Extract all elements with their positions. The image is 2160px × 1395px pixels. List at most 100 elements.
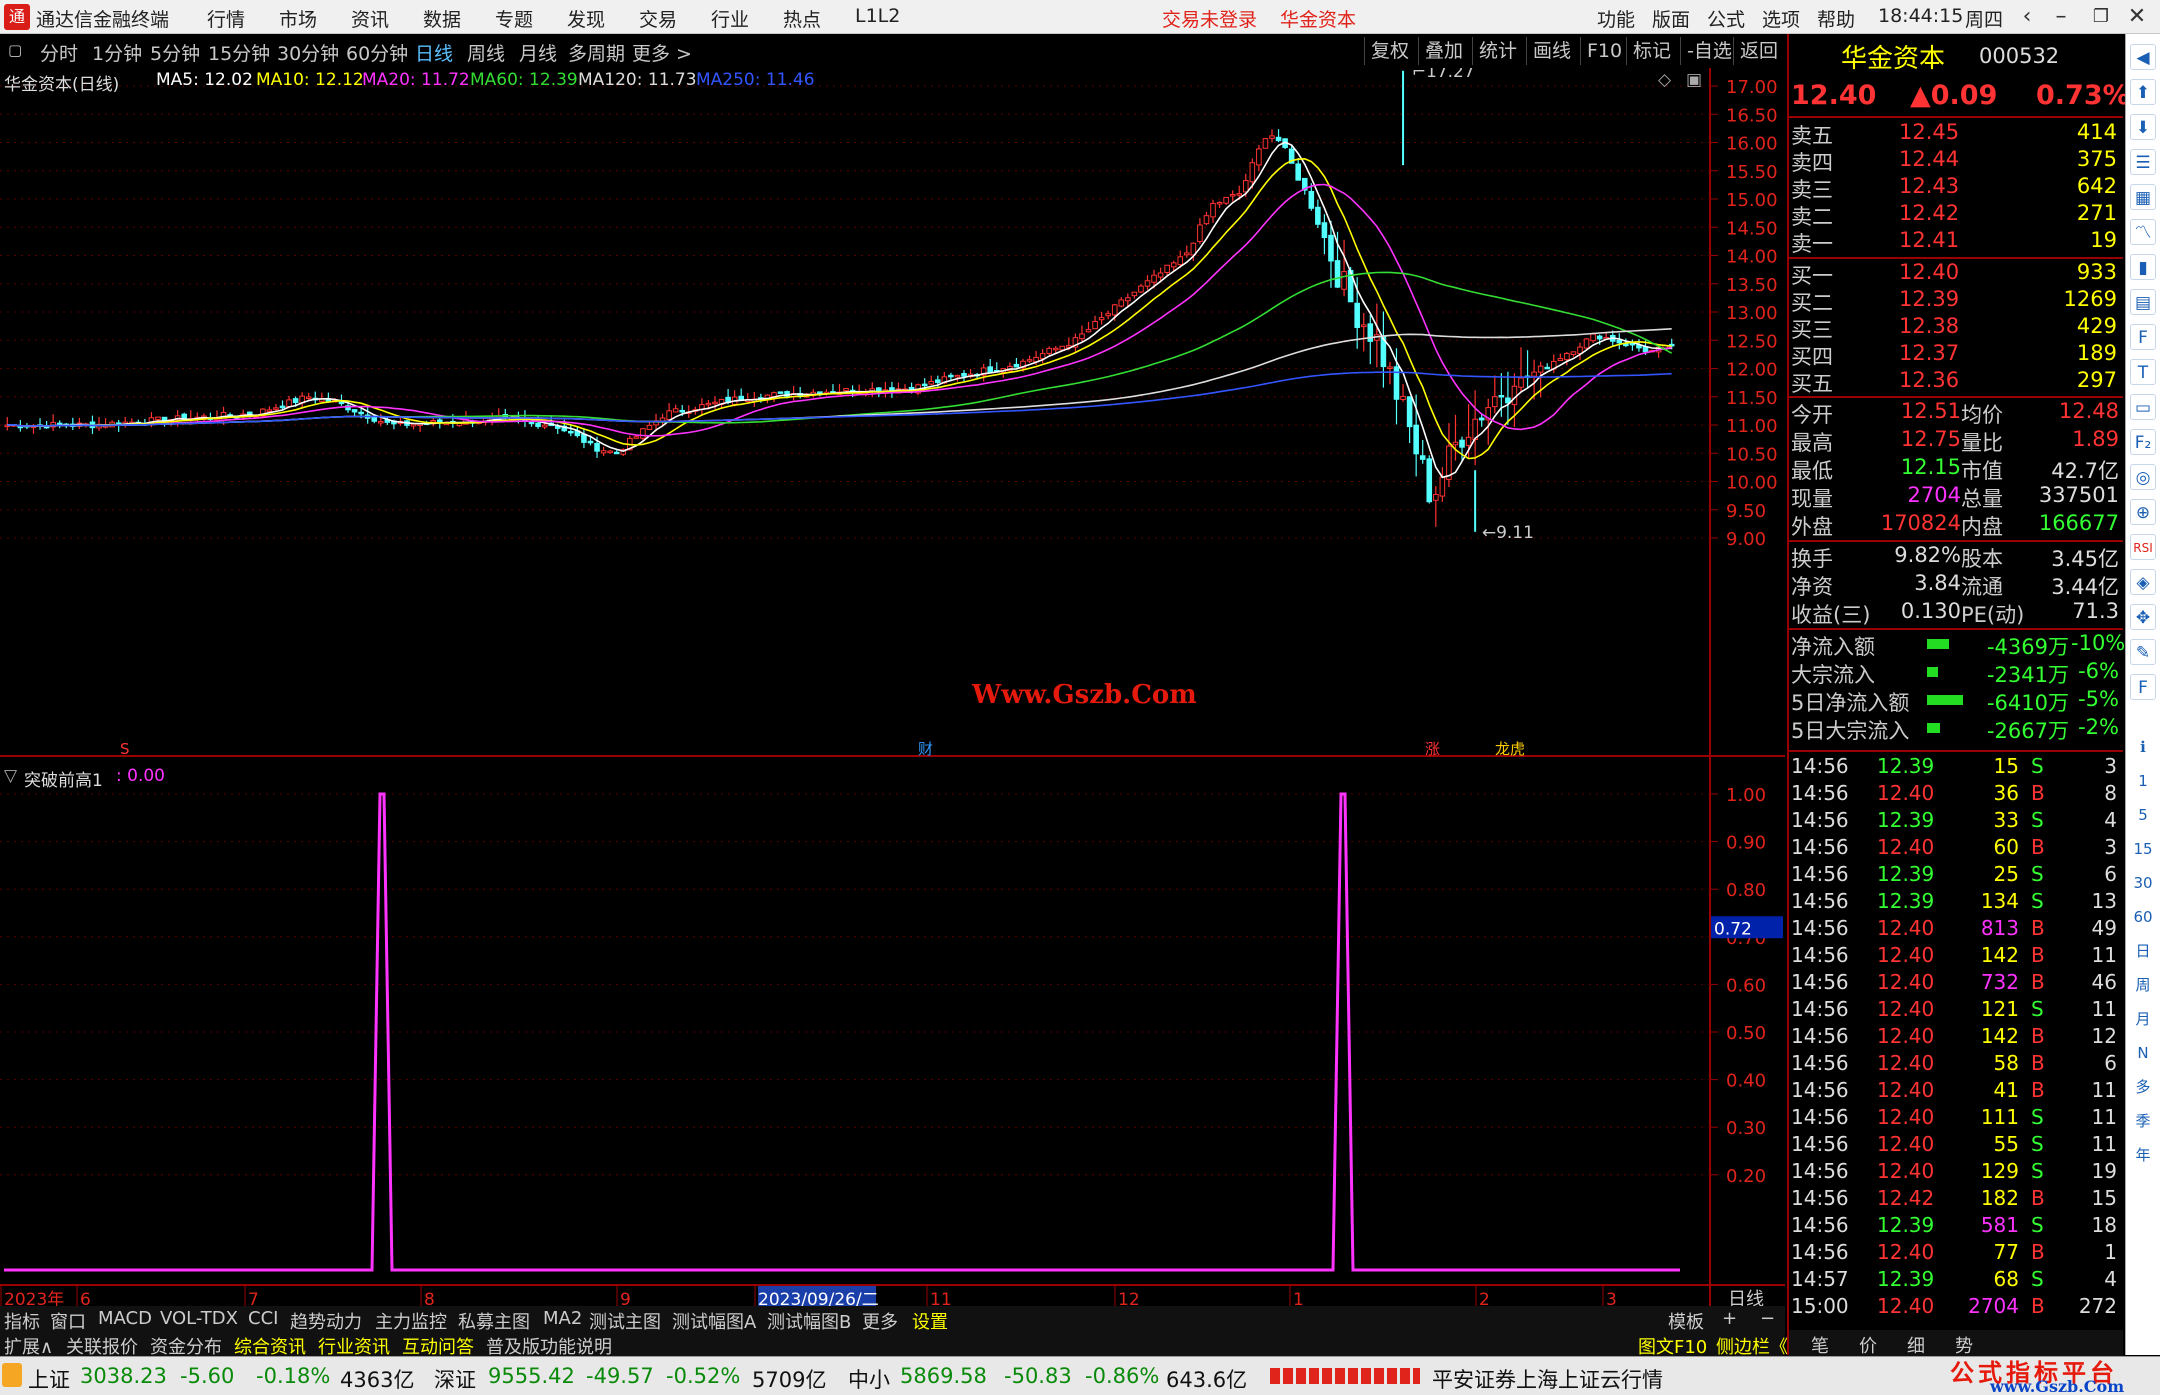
index-sh-name[interactable]: 上证	[28, 1364, 70, 1394]
side-period-4[interactable]: 30	[2130, 870, 2156, 896]
tongji-button[interactable]: 统计	[1472, 37, 1523, 65]
huaxian-button[interactable]: 画线	[1526, 37, 1577, 65]
tab-ceshifutu-b[interactable]: 测试幅图B	[767, 1308, 851, 1334]
fuquan-button[interactable]: 复权	[1364, 37, 1415, 65]
menu-xuanxiang[interactable]: 选项	[1762, 5, 1800, 32]
menu-hangye[interactable]: 行业	[711, 5, 749, 32]
period-fenshi[interactable]: 分时	[40, 39, 78, 66]
tab-macd[interactable]: MACD	[98, 1308, 152, 1329]
bid-row-2[interactable]: 买二 12.39 1269	[1791, 287, 2121, 315]
event-marker-3[interactable]: 龙虎	[1495, 740, 1525, 758]
fanhui-button[interactable]: 返回	[1733, 37, 1784, 65]
period-daily[interactable]: 日线	[415, 39, 453, 66]
pen-icon[interactable]: ✎	[2130, 639, 2156, 665]
text-icon[interactable]: T	[2130, 359, 2156, 385]
tab-chuangkou[interactable]: 窗口	[50, 1308, 86, 1334]
bid-row-4[interactable]: 买四 12.37 189	[1791, 341, 2121, 369]
add-window-button[interactable]: +	[1722, 1308, 1737, 1329]
rsi-label-icon[interactable]: RSI	[2130, 534, 2156, 560]
index-zx-name[interactable]: 中小	[848, 1364, 890, 1394]
menu-gongshi[interactable]: 公式	[1707, 5, 1745, 32]
side-period-9[interactable]: N	[2130, 1040, 2156, 1066]
period-30min[interactable]: 30分钟	[277, 39, 339, 66]
login-status[interactable]: 交易未登录	[1162, 5, 1257, 32]
side-period-0[interactable]: ℹ	[2130, 734, 2156, 760]
menu-shichang[interactable]: 市场	[279, 5, 317, 32]
right-tab-1[interactable]: 价	[1859, 1332, 1877, 1358]
menu-gongneng[interactable]: 功能	[1597, 5, 1635, 32]
right-tab-2[interactable]: 细	[1907, 1332, 1925, 1358]
event-marker-1[interactable]: 财	[918, 740, 933, 758]
period-1min[interactable]: 1分钟	[92, 39, 142, 66]
crosshair-icon[interactable]: ✥	[2130, 604, 2156, 630]
menu-zhuanti[interactable]: 专题	[495, 5, 533, 32]
f10-icon[interactable]: F	[2130, 324, 2156, 350]
index-sz-name[interactable]: 深证	[434, 1364, 476, 1394]
diejia-button[interactable]: 叠加	[1418, 37, 1469, 65]
side-period-8[interactable]: 月	[2130, 1006, 2156, 1032]
doc-icon[interactable]: ▭	[2130, 394, 2156, 420]
chart2-icon[interactable]: ◈	[2130, 569, 2156, 595]
side-period-2[interactable]: 5	[2130, 802, 2156, 828]
period-weekly[interactable]: 周线	[467, 39, 505, 66]
period-multi[interactable]: 多周期	[568, 39, 625, 66]
menu-l1l2[interactable]: L1L2	[855, 5, 900, 27]
tab-cci[interactable]: CCI	[248, 1308, 278, 1329]
indicator-toggle-icon[interactable]: ▽	[4, 766, 17, 786]
arrow-up-icon[interactable]: ⬆	[2130, 79, 2156, 105]
arrow-down-icon[interactable]: ⬇	[2130, 114, 2156, 140]
ask-row-3[interactable]: 卖三 12.43 642	[1791, 174, 2121, 202]
collapse-icon[interactable]: ▢	[8, 41, 22, 59]
ask-row-4[interactable]: 卖四 12.44 375	[1791, 147, 2121, 175]
line-chart-icon[interactable]: 〽	[2130, 219, 2156, 245]
tab-vol-tdx[interactable]: VOL-TDX	[160, 1308, 238, 1329]
menu-faxian[interactable]: 发现	[567, 5, 605, 32]
arrow-left-icon[interactable]: ◀	[2130, 44, 2156, 70]
grid-icon[interactable]: ▦	[2130, 184, 2156, 210]
candle-icon[interactable]: ▮	[2130, 254, 2156, 280]
ask-row-5[interactable]: 卖五 12.45 414	[1791, 120, 2121, 148]
menu-bangzhu[interactable]: 帮助	[1817, 5, 1855, 32]
tab-gengduo[interactable]: 更多	[862, 1308, 898, 1334]
menu-banmian[interactable]: 版面	[1652, 5, 1690, 32]
f10-button[interactable]: F10	[1580, 37, 1628, 65]
tab-qushi[interactable]: 趋势动力	[290, 1308, 362, 1334]
template-button[interactable]: 模板	[1668, 1308, 1704, 1334]
list-icon[interactable]: ☰	[2130, 149, 2156, 175]
side-period-5[interactable]: 60	[2130, 904, 2156, 930]
menu-hangqing[interactable]: 行情	[207, 5, 245, 32]
kline-chart[interactable]: 17.00 16.50 16.00 15.50 15.00 14.50 14.00 13.50…	[0, 68, 1785, 1315]
tab-zhuli[interactable]: 主力监控	[375, 1308, 447, 1334]
minimize-icon[interactable]: –	[2044, 2, 2078, 32]
tab-ma2[interactable]: MA2	[543, 1308, 582, 1329]
globe-icon[interactable]: ⊕	[2130, 499, 2156, 525]
menu-jiaoyi[interactable]: 交易	[639, 5, 677, 32]
tab-zhibiao[interactable]: 指标	[4, 1308, 40, 1334]
f2-icon[interactable]: F₂	[2130, 429, 2156, 455]
bid-row-5[interactable]: 买五 12.36 297	[1791, 368, 2121, 396]
alert-icon[interactable]	[2, 1363, 22, 1387]
menu-redian[interactable]: 热点	[783, 5, 821, 32]
tab-shezhi[interactable]: 设置	[912, 1308, 948, 1334]
right-tab-0[interactable]: 笔	[1811, 1332, 1829, 1358]
chart-area[interactable]: 17.00 16.50 16.00 15.50 15.00 14.50 14.00 13.50…	[0, 68, 1785, 1315]
close-icon[interactable]: ✕	[2120, 2, 2154, 32]
ask-row-2[interactable]: 卖二 12.42 271	[1791, 201, 2121, 229]
menu-zixun[interactable]: 资讯	[351, 5, 389, 32]
side-period-10[interactable]: 多	[2130, 1074, 2156, 1100]
biaoji-button[interactable]: 标记	[1626, 37, 1677, 65]
menu-shuju[interactable]: 数据	[423, 5, 461, 32]
restore-icon[interactable]: ❐	[2084, 2, 2118, 32]
side-period-7[interactable]: 周	[2130, 972, 2156, 998]
period-15min[interactable]: 15分钟	[208, 39, 270, 66]
bid-row-3[interactable]: 买三 12.38 429	[1791, 314, 2121, 342]
compare-icon[interactable]: ◎	[2130, 464, 2156, 490]
bid-row-1[interactable]: 买一 12.40 933	[1791, 260, 2121, 288]
tab-simu[interactable]: 私募主图	[458, 1308, 530, 1334]
tab-ceshizhutu[interactable]: 测试主图	[589, 1308, 661, 1334]
side-period-3[interactable]: 15	[2130, 836, 2156, 862]
period-monthly[interactable]: 月线	[519, 39, 557, 66]
diamond-icon[interactable]: ◇	[1658, 70, 1671, 90]
period-5min[interactable]: 5分钟	[150, 39, 200, 66]
side-period-12[interactable]: 年	[2130, 1142, 2156, 1168]
